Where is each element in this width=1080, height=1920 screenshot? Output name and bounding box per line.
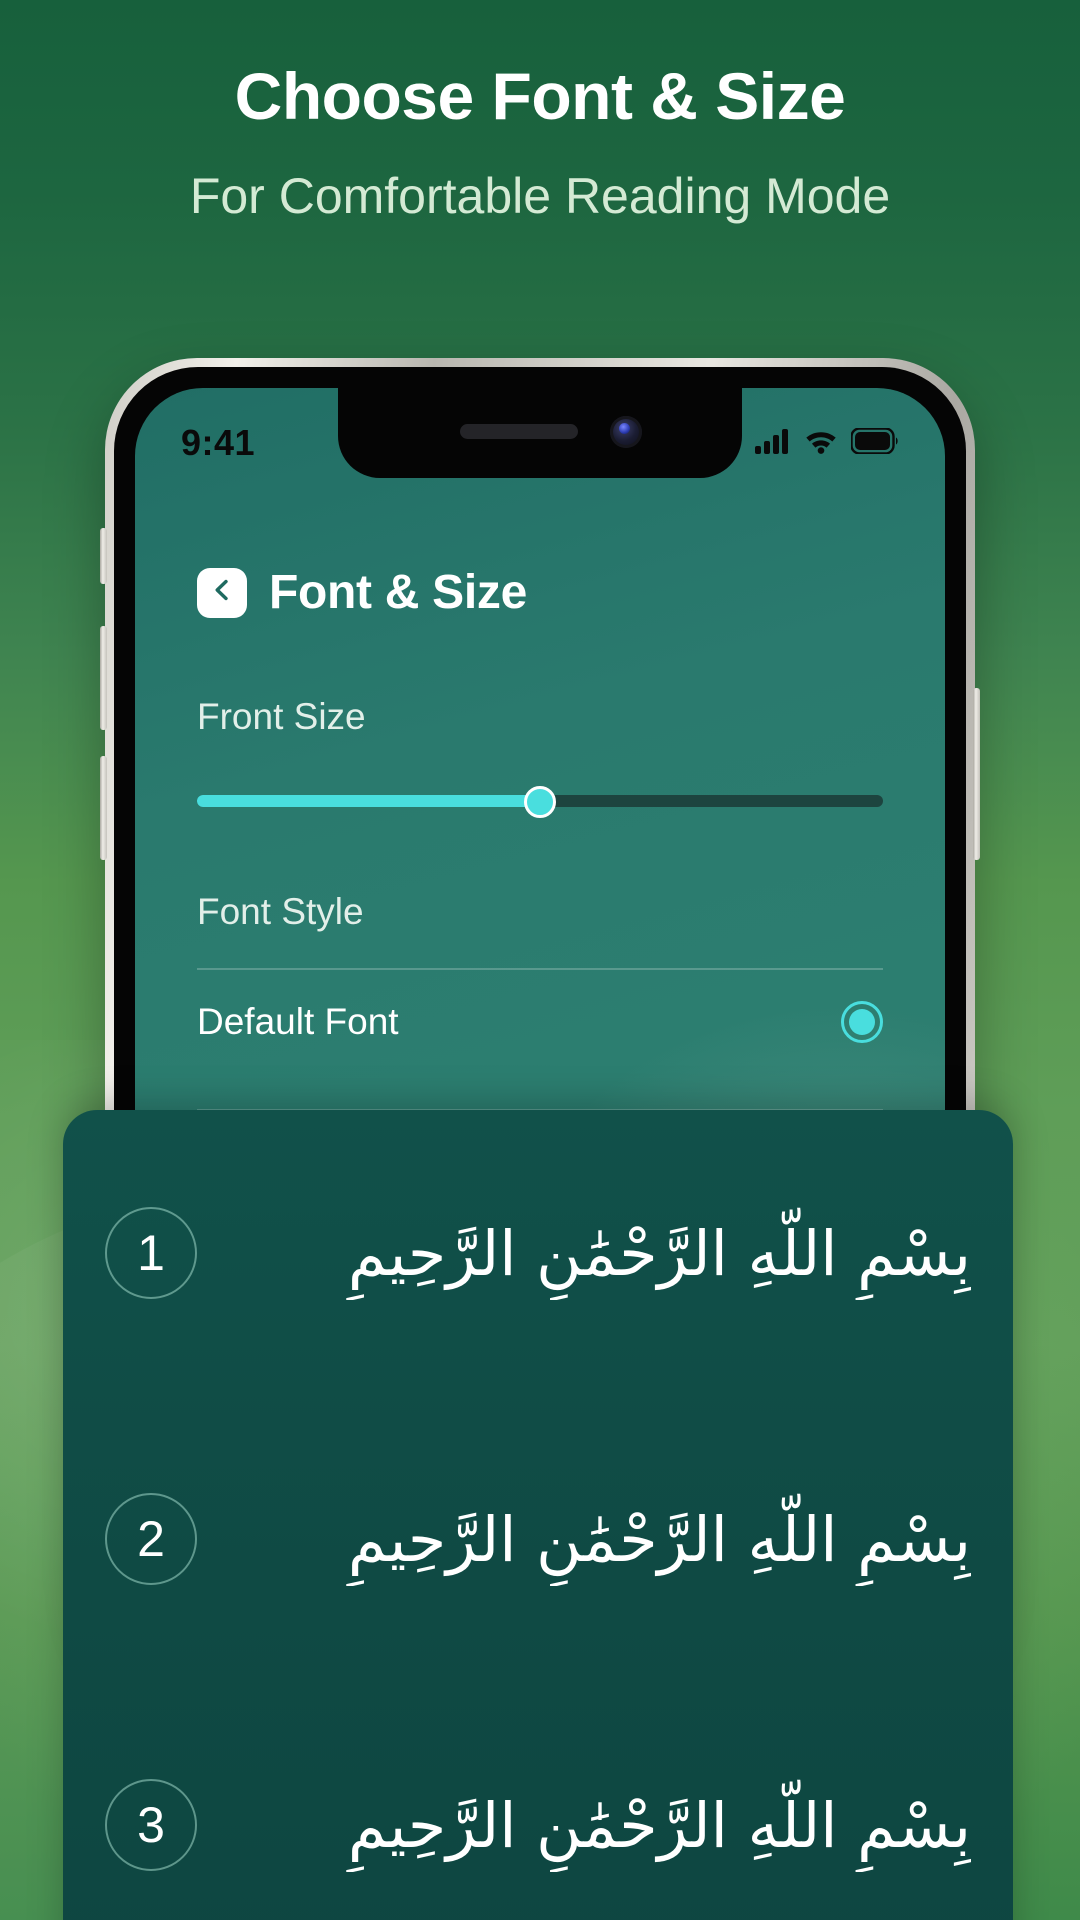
page-subtitle: For Comfortable Reading Mode — [189, 167, 891, 224]
status-bar-time: 9:41 — [181, 422, 256, 463]
chevron-left-icon — [211, 578, 233, 607]
cellular-signal-icon — [755, 428, 791, 459]
phone-notch — [338, 388, 742, 478]
power-button[interactable] — [973, 688, 980, 860]
promo-screenshot: Choose Font & Size For Comfortable Readi… — [0, 0, 1080, 1920]
battery-icon — [850, 426, 899, 459]
status-bar-icons — [755, 426, 899, 459]
volume-up-button[interactable] — [100, 626, 107, 730]
verse-row[interactable]: 1 بِسْمِ اللَّهِ الرَّحْمَٰنِ الرَّحِيمِ — [105, 1110, 971, 1396]
back-button[interactable] — [197, 567, 247, 618]
verse-arabic-text: بِسْمِ اللَّهِ الرَّحْمَٰنِ الرَّحِيمِ — [347, 1502, 971, 1576]
earpiece-speaker-icon — [460, 424, 578, 439]
radio-button-selected[interactable] — [841, 1001, 883, 1043]
verse-number-badge: 3 — [105, 1779, 197, 1871]
promo-text-block: Choose Font & Size For Comfortable Readi… — [0, 59, 1080, 225]
verse-number-badge: 1 — [105, 1207, 197, 1299]
verse-arabic-text: بِسْمِ اللَّهِ الرَّحْمَٰنِ الرَّحِيمِ — [347, 1216, 971, 1290]
font-option-default-font[interactable]: Default Font — [197, 970, 883, 1074]
slider-thumb[interactable] — [524, 786, 556, 818]
app-header: Font & Size — [197, 565, 883, 620]
verse-row[interactable]: 3 بِسْمِ اللَّهِ الرَّحْمَٰنِ الرَّحِيمِ — [105, 1682, 971, 1920]
front-camera-icon — [610, 416, 642, 448]
font-size-slider[interactable] — [197, 786, 883, 818]
volume-down-button[interactable] — [100, 756, 107, 860]
front-size-label: Front Size — [197, 696, 366, 737]
wifi-icon — [804, 428, 838, 459]
page-title: Choose Font & Size — [234, 59, 846, 133]
font-style-label: Font Style — [197, 891, 364, 932]
font-option-label: Default Font — [197, 1001, 399, 1042]
slider-fill — [197, 795, 540, 807]
app-screen-title: Font & Size — [269, 566, 528, 619]
verse-row[interactable]: 2 بِسْمِ اللَّهِ الرَّحْمَٰنِ الرَّحِيمِ — [105, 1396, 971, 1682]
verse-number-badge: 2 — [105, 1493, 197, 1585]
verse-preview-card: 1 بِسْمِ اللَّهِ الرَّحْمَٰنِ الرَّحِيمِ… — [63, 1110, 1013, 1920]
verse-arabic-text: بِسْمِ اللَّهِ الرَّحْمَٰنِ الرَّحِيمِ — [347, 1788, 971, 1862]
mute-switch-button[interactable] — [100, 528, 107, 584]
